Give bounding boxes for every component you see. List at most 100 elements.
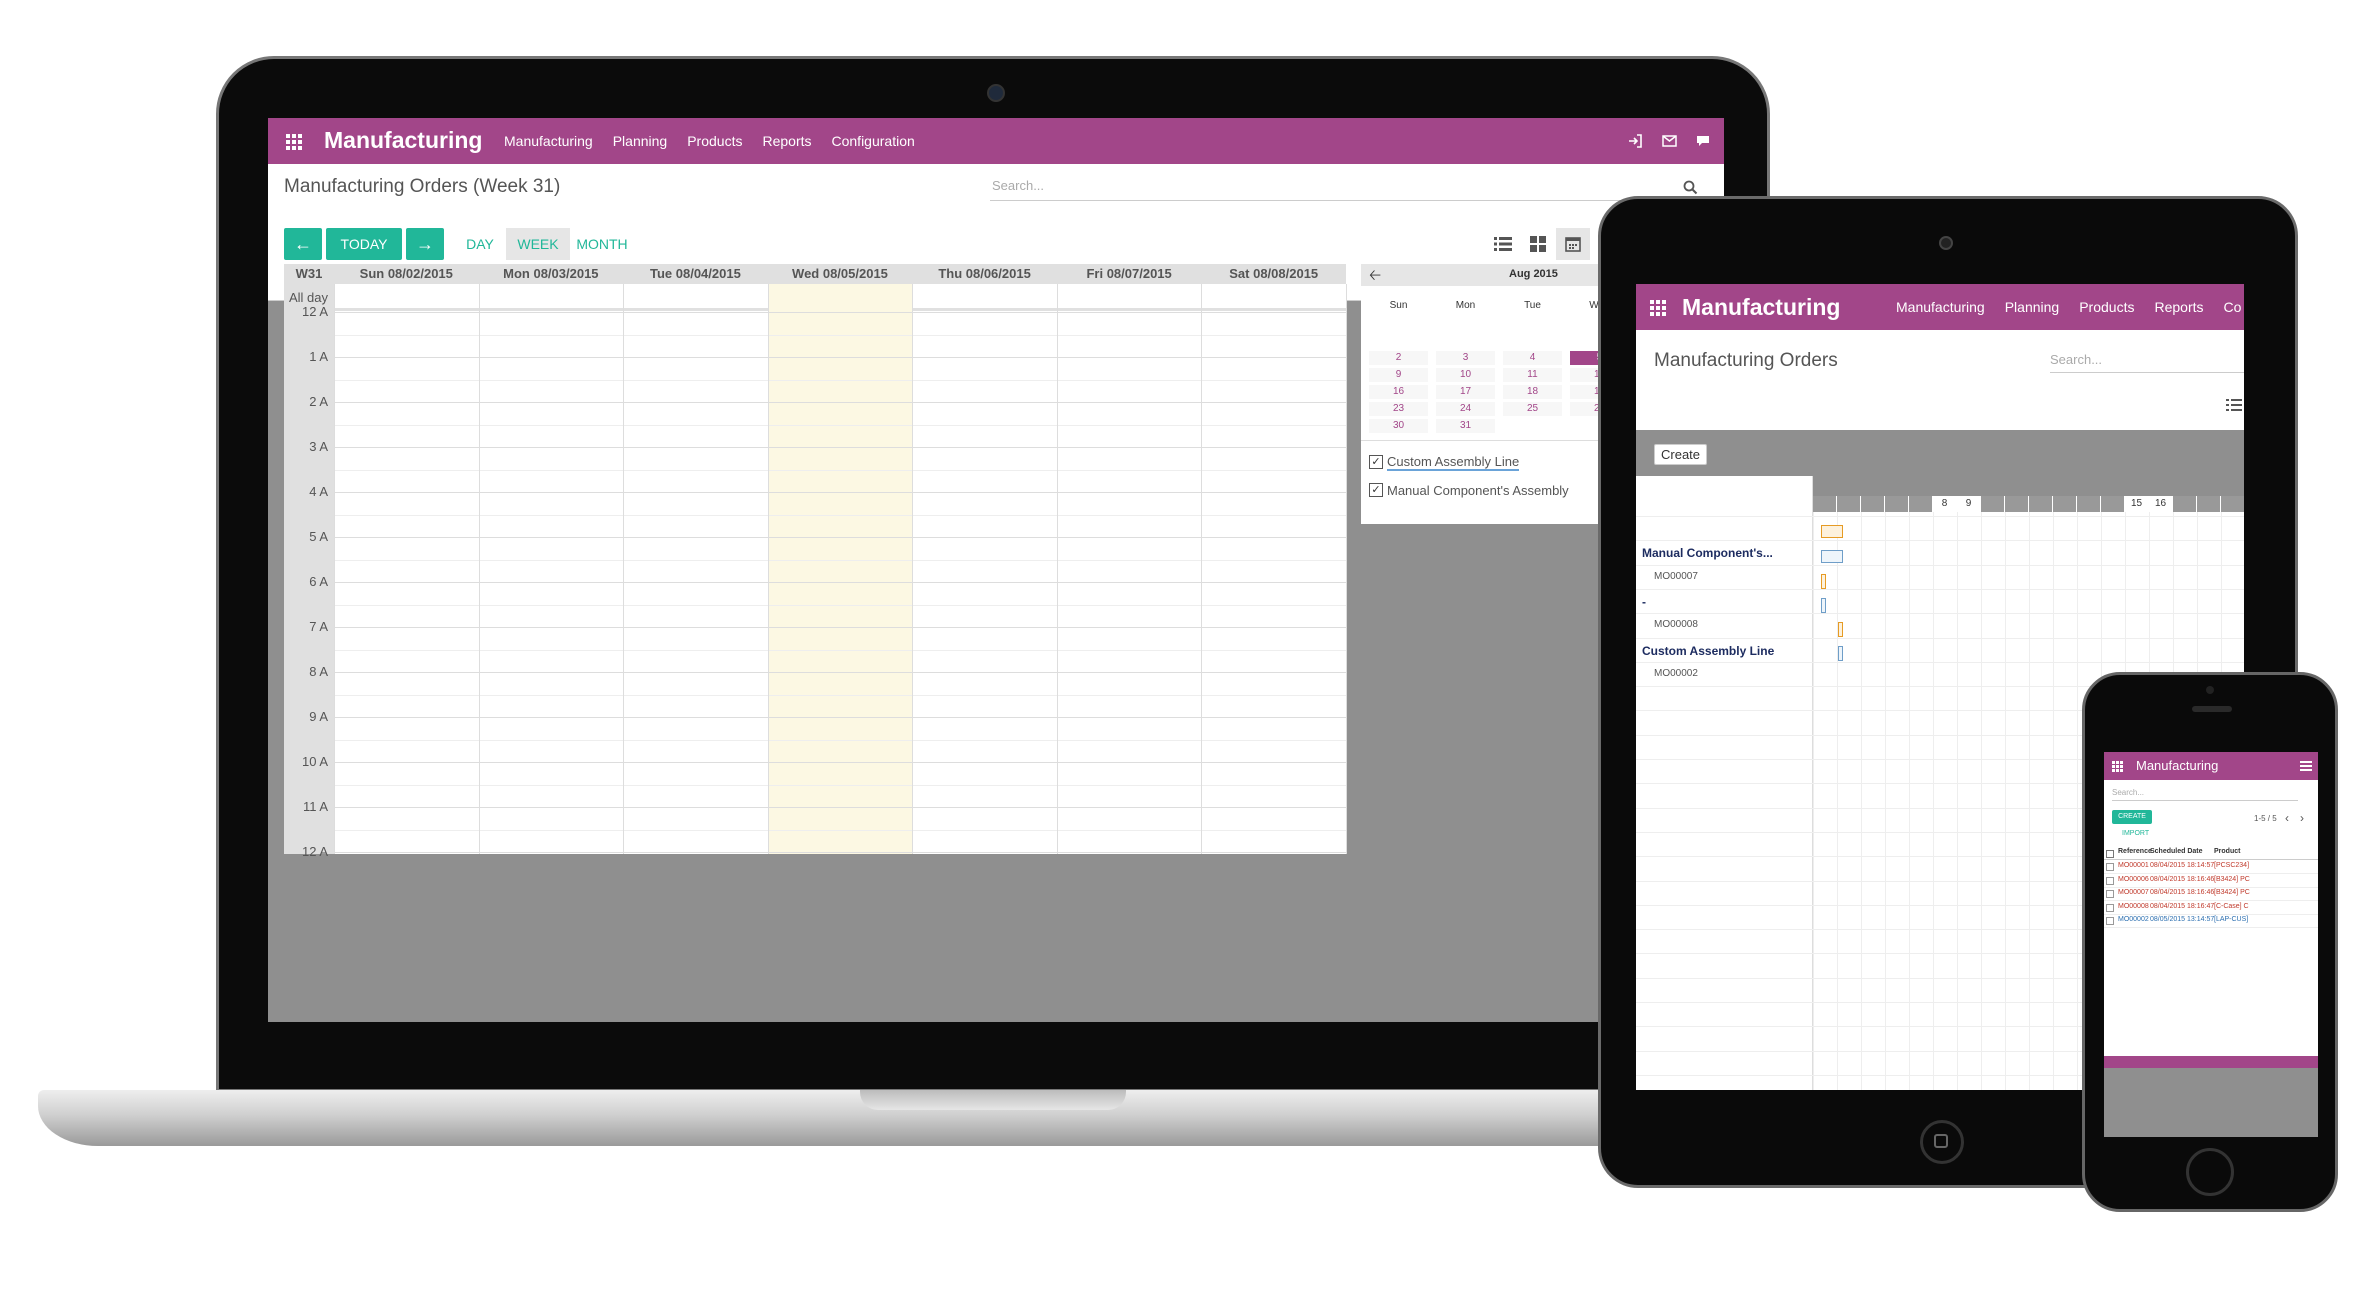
import-button[interactable]: IMPORT	[2122, 830, 2149, 837]
app-title[interactable]: Manufacturing	[324, 127, 482, 154]
menu-item-reports[interactable]: Reports	[2154, 299, 2203, 315]
row-checkbox[interactable]	[2106, 863, 2114, 871]
apps-grid-icon[interactable]	[286, 134, 302, 150]
checkbox-checked-icon[interactable]: ✓	[1369, 483, 1383, 497]
mini-day[interactable]: 17	[1436, 385, 1495, 399]
menu-item-products[interactable]: Products	[687, 133, 742, 149]
row-checkbox[interactable]	[2106, 903, 2114, 912]
gantt-bar[interactable]	[1821, 598, 1826, 613]
mini-prev-month-icon[interactable]: 🡠	[1369, 265, 1381, 290]
mini-day[interactable]: 2	[1369, 351, 1428, 365]
scale-month-button[interactable]: MONTH	[570, 228, 634, 260]
menu-item-products[interactable]: Products	[2079, 299, 2134, 315]
day-header: Thu 08/06/2015	[912, 264, 1057, 284]
menu-item-manufacturing[interactable]: Manufacturing	[1896, 299, 1985, 315]
column-header[interactable]: Product	[2214, 848, 2240, 855]
search-icon[interactable]	[1683, 180, 1698, 195]
calendar-view-button[interactable]	[1556, 228, 1590, 260]
menu-item-configuration[interactable]: Co	[2224, 299, 2242, 315]
gantt-bar[interactable]	[1838, 622, 1843, 637]
gantt-bar[interactable]	[1821, 574, 1826, 589]
apps-grid-icon[interactable]	[1650, 300, 1666, 316]
create-button[interactable]: Create	[1654, 444, 1708, 465]
table-cell[interactable]: 08/04/2015 18:16:46	[2150, 876, 2214, 883]
table-cell[interactable]: MO00006	[2118, 876, 2149, 883]
kanban-view-icon[interactable]	[1530, 236, 1546, 252]
apps-grid-icon[interactable]	[2112, 761, 2123, 772]
table-cell[interactable]: 08/04/2015 18:16:46	[2150, 889, 2214, 896]
table-cell[interactable]: [PCSC234]	[2214, 862, 2249, 869]
table-cell[interactable]: [C-Case] C	[2214, 903, 2249, 910]
pager-previous-icon[interactable]: ‹	[2285, 811, 2289, 825]
today-button[interactable]: TODAY	[326, 228, 402, 260]
search-input[interactable]: Search...	[2112, 786, 2298, 801]
menu-item-configuration[interactable]: Configuration	[832, 133, 915, 149]
create-button[interactable]: CREATE	[2112, 810, 2152, 824]
mini-day[interactable]: 10	[1436, 368, 1495, 382]
search-input[interactable]: Search...	[990, 174, 1702, 201]
table-cell[interactable]: [B3424] PC	[2214, 876, 2250, 883]
list-view-icon[interactable]	[1494, 236, 1512, 252]
table-cell[interactable]: 08/04/2015 18:16:47	[2150, 903, 2214, 910]
table-cell[interactable]: MO00001	[2118, 862, 2149, 869]
list-view-icon[interactable]	[2226, 398, 2242, 412]
menu-item-planning[interactable]: Planning	[2005, 299, 2060, 315]
gantt-group-label[interactable]: Custom Assembly Line	[1642, 644, 1774, 658]
next-button[interactable]: →	[406, 228, 444, 260]
scale-week-button[interactable]: WEEK	[506, 228, 570, 260]
menu-item-reports[interactable]: Reports	[762, 133, 811, 149]
hour-label: 2 A	[309, 394, 328, 409]
row-checkbox[interactable]	[2106, 876, 2114, 885]
table-cell[interactable]: [LAP-CUS]	[2214, 916, 2248, 923]
column-header[interactable]: Scheduled Date	[2150, 848, 2203, 855]
app-title[interactable]: Manufacturing	[2136, 758, 2218, 773]
gantt-bar[interactable]	[1838, 646, 1843, 661]
mini-day[interactable]: 31	[1436, 419, 1495, 433]
sign-in-icon[interactable]	[1628, 134, 1642, 148]
mini-day[interactable]: 9	[1369, 368, 1428, 382]
mini-day[interactable]: 11	[1503, 368, 1562, 382]
gantt-task-label[interactable]: MO00008	[1654, 619, 1698, 630]
column-header[interactable]: Reference	[2118, 848, 2152, 855]
table-cell[interactable]: MO00008	[2118, 903, 2149, 910]
app-title[interactable]: Manufacturing	[1682, 294, 1840, 321]
table-cell[interactable]: [B3424] PC	[2214, 889, 2250, 896]
scale-day-button[interactable]: DAY	[454, 228, 506, 260]
table-cell[interactable]: MO00002	[2118, 916, 2149, 923]
gantt-group-label[interactable]: -	[1642, 595, 1646, 609]
mini-day[interactable]: 23	[1369, 402, 1428, 416]
mini-day[interactable]: 18	[1503, 385, 1562, 399]
mini-day[interactable]: 24	[1436, 402, 1495, 416]
day-header: Wed 08/05/2015	[767, 264, 913, 284]
mini-day[interactable]: 25	[1503, 402, 1562, 416]
prev-button[interactable]: ←	[284, 228, 322, 260]
table-cell[interactable]: MO00007	[2118, 889, 2149, 896]
mini-day[interactable]: 16	[1369, 385, 1428, 399]
today-highlight	[767, 284, 913, 854]
filter-custom-assembly[interactable]: ✓ Custom Assembly Line	[1369, 452, 1520, 472]
hamburger-menu-icon[interactable]	[2300, 761, 2312, 771]
filter-manual-components[interactable]: ✓ Manual Component's Assembly	[1369, 480, 1569, 500]
menu-item-planning[interactable]: Planning	[613, 133, 668, 149]
gantt-bar[interactable]	[1821, 550, 1843, 563]
envelope-icon[interactable]	[1662, 135, 1677, 147]
gantt-group-label[interactable]: Manual Component's...	[1642, 546, 1773, 560]
row-checkbox[interactable]	[2106, 917, 2114, 925]
search-input[interactable]: Search...	[2050, 348, 2244, 373]
search-placeholder: Search...	[2112, 788, 2145, 797]
menu-item-manufacturing[interactable]: Manufacturing	[504, 133, 593, 149]
chat-icon[interactable]	[1696, 134, 1710, 148]
mini-day[interactable]: 4	[1503, 351, 1562, 365]
gantt-bar[interactable]	[1821, 525, 1843, 538]
mini-day[interactable]: 30	[1369, 419, 1428, 433]
pager-next-icon[interactable]: ›	[2300, 811, 2304, 825]
select-all-checkbox[interactable]	[2106, 850, 2114, 858]
checkbox-checked-icon[interactable]: ✓	[1369, 455, 1383, 469]
table-cell[interactable]: 08/05/2015 13:14:57	[2150, 916, 2214, 923]
table-cell[interactable]: 08/04/2015 18:14:57	[2150, 862, 2214, 869]
phone-home-button[interactable]	[2186, 1148, 2234, 1196]
gantt-task-label[interactable]: MO00007	[1654, 571, 1698, 582]
gantt-task-label[interactable]: MO00002	[1654, 668, 1698, 679]
mini-day[interactable]: 3	[1436, 351, 1495, 365]
row-checkbox[interactable]	[2106, 890, 2114, 898]
